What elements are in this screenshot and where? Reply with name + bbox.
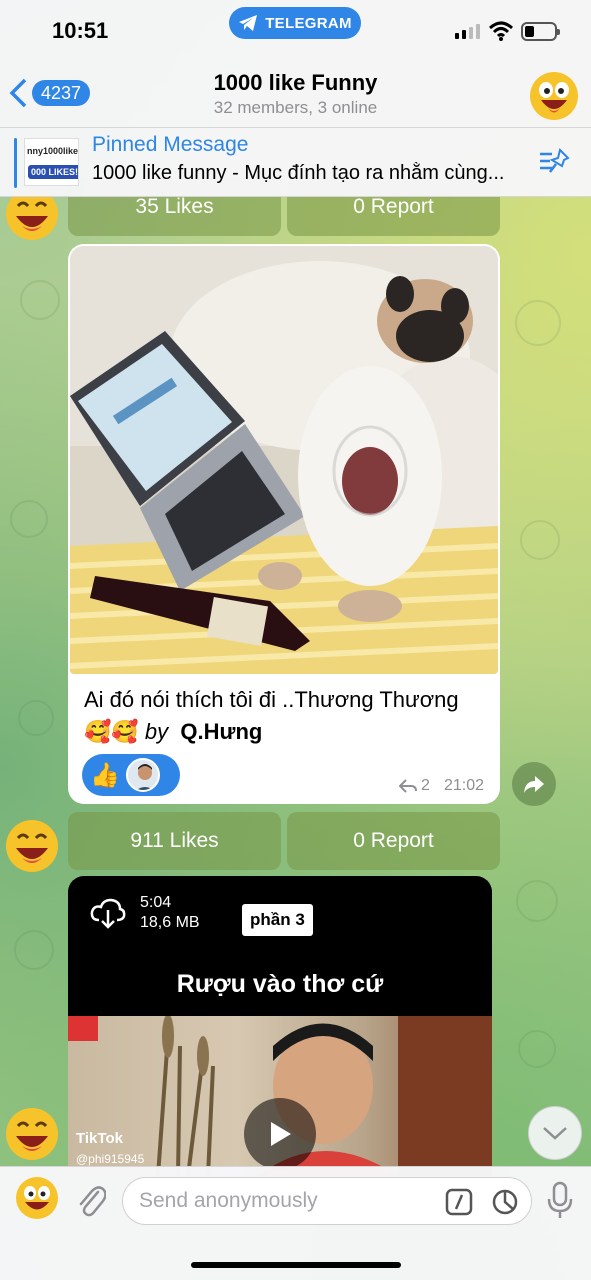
bot-commands-icon[interactable] <box>445 1188 473 1216</box>
tiktok-username: @phi915945 <box>76 1152 145 1166</box>
video-size: 18,6 MB <box>140 914 200 931</box>
navigation-header: 10:51 TELEGRAM 4237 1000 like Funny 32 m… <box>0 0 591 127</box>
pinned-text: 1000 like funny - Mục đính tạo ra nhằm c… <box>92 162 505 184</box>
telegram-icon <box>239 15 258 31</box>
reaction-chip[interactable]: 👍 <box>82 754 180 796</box>
home-indicator <box>191 1262 401 1268</box>
report-button-label: 0 Report <box>353 829 434 852</box>
pin-list-icon[interactable] <box>538 148 570 176</box>
message-text-input[interactable] <box>139 1186 439 1216</box>
pinned-label: Pinned Message <box>92 133 249 156</box>
pinned-thumb-badge: 000 LIKES! <box>28 165 78 179</box>
chat-title[interactable]: 1000 like Funny <box>0 70 591 96</box>
play-button[interactable] <box>244 1098 316 1170</box>
share-button[interactable] <box>512 762 556 806</box>
pinned-thumbnail: nny1000like 000 LIKES! <box>24 138 79 186</box>
photo-message-bubble[interactable]: Ai đó nói thích tôi đi ..Thương Thương 🥰… <box>68 244 500 804</box>
message-input[interactable] <box>122 1177 532 1225</box>
reply-icon <box>399 779 418 793</box>
chevron-down-icon <box>543 1127 567 1140</box>
chat-subtitle: 32 members, 3 online <box>213 98 378 117</box>
video-tag: phần 3 <box>242 904 313 936</box>
cellular-signal-icon <box>455 24 480 39</box>
pinned-indicator <box>14 138 17 188</box>
play-icon <box>271 1122 291 1146</box>
status-time: 10:51 <box>52 18 109 43</box>
likes-button-label: 35 Likes <box>135 195 214 218</box>
return-to-app-label: TELEGRAM <box>265 14 352 32</box>
timer-icon[interactable] <box>491 1188 519 1216</box>
return-to-app-pill[interactable]: TELEGRAM <box>229 7 361 39</box>
message-caption: Ai đó nói thích tôi đi ..Thương Thương 🥰… <box>84 684 484 748</box>
group-avatar[interactable] <box>528 70 580 122</box>
scroll-to-bottom-button[interactable] <box>528 1106 582 1160</box>
video-message[interactable]: 5:04 18,6 MB phần 3 Rượu vào thơ cứ TikT… <box>68 876 492 1176</box>
video-title: Rượu vào thơ cứ <box>176 970 384 998</box>
caption-text: Ai đó nói thích tôi đi ..Thương Thương <box>84 687 459 712</box>
tiktok-watermark: TikTok <box>76 1130 123 1147</box>
microphone-icon[interactable] <box>546 1181 574 1221</box>
message-photo[interactable] <box>70 246 498 674</box>
caption-emoji: 🥰🥰 <box>84 719 139 744</box>
sender-avatar[interactable] <box>4 818 60 874</box>
caption-by: by <box>144 719 169 744</box>
report-button[interactable]: 0 Report <box>287 812 500 870</box>
likes-button-label: 911 Likes <box>130 829 219 852</box>
video-duration: 5:04 <box>140 894 172 911</box>
reactor-avatar <box>126 758 160 792</box>
paperclip-icon[interactable] <box>76 1182 106 1218</box>
battery-icon <box>521 22 560 41</box>
send-as-avatar[interactable] <box>14 1175 60 1221</box>
message-meta: 2 21:02 <box>399 777 484 795</box>
reply-count: 2 <box>421 777 430 794</box>
download-icon[interactable] <box>90 898 126 930</box>
wifi-icon <box>488 21 514 41</box>
sender-avatar[interactable] <box>4 1106 60 1162</box>
thumbs-up-reaction: 👍 <box>90 761 120 789</box>
caption-author: Q.Hưng <box>180 719 263 744</box>
likes-button[interactable]: 911 Likes <box>68 812 281 870</box>
message-time: 21:02 <box>443 777 484 794</box>
share-icon <box>524 776 544 793</box>
report-button-label: 0 Report <box>353 195 434 218</box>
pinned-thumb-text: nny1000like <box>27 146 79 156</box>
